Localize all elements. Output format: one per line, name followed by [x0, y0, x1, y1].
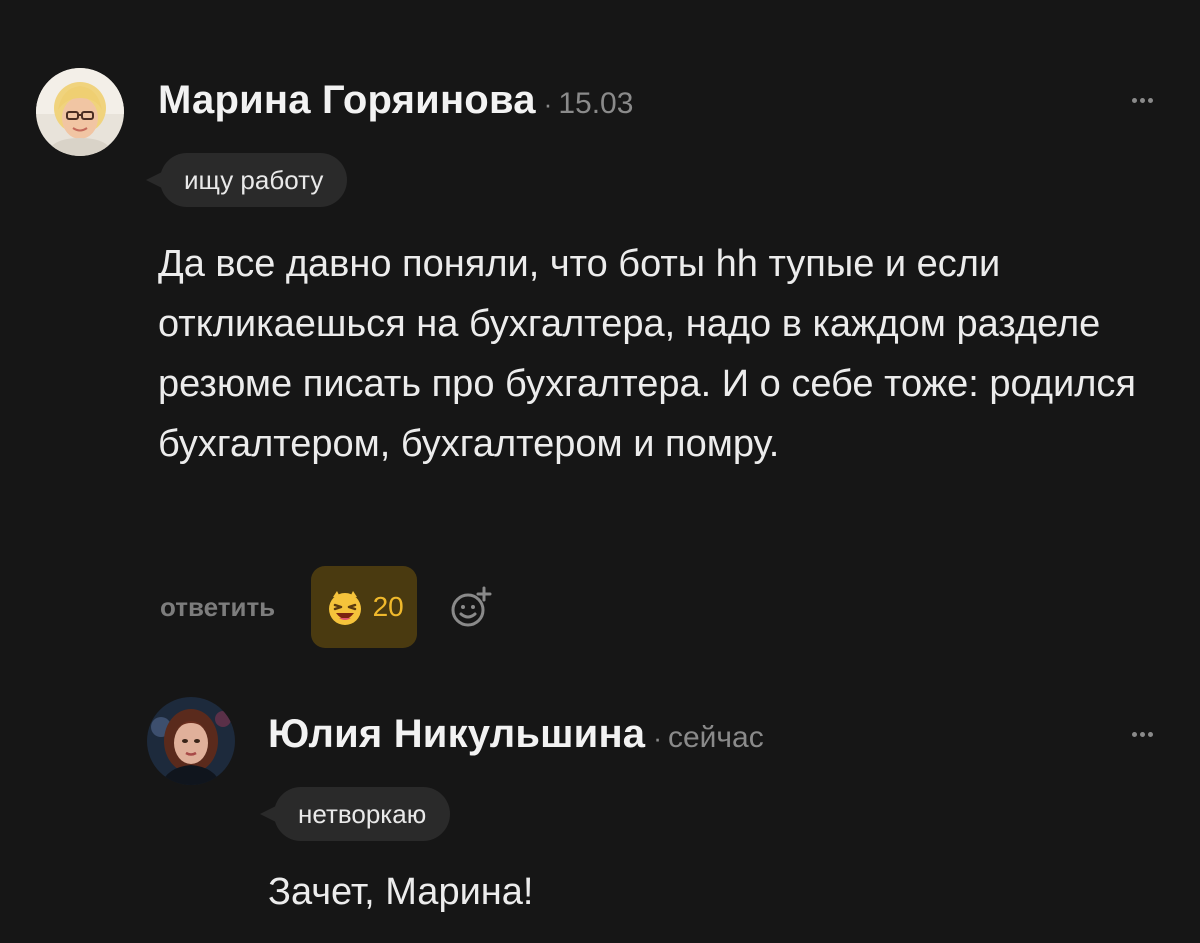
- comment-text: Да все давно поняли, что боты hh тупые и…: [158, 243, 1136, 465]
- comment-header: Марина Горяинова · 15.03: [158, 78, 633, 123]
- meta-separator: ·: [543, 89, 553, 119]
- more-options-button[interactable]: [1124, 724, 1160, 744]
- status-label: ищу работу: [184, 164, 324, 195]
- avatar[interactable]: [36, 68, 124, 156]
- add-emoji-icon[interactable]: [449, 585, 493, 629]
- meta-separator: ·: [653, 723, 662, 753]
- reply-button[interactable]: ответить: [160, 592, 275, 623]
- status-badge: ищу работу: [145, 153, 348, 207]
- laughing-emoji-icon: [328, 591, 361, 625]
- status-label: нетворкаю: [298, 798, 427, 829]
- author-name[interactable]: Юлия Никульшина: [268, 712, 645, 757]
- reaction-count: 20: [372, 591, 404, 622]
- author-name[interactable]: Марина Горяинова: [158, 78, 536, 123]
- comment-text: Зачет, Марина!: [268, 871, 534, 913]
- comment-actions: ответить 20: [160, 566, 493, 648]
- status-badge: нетворкаю: [259, 787, 451, 841]
- comment-timestamp: сейчас: [667, 721, 764, 754]
- more-options-button[interactable]: [1124, 90, 1160, 110]
- more-dots-icon: [1131, 97, 1137, 103]
- comment-header: Юлия Никульшина · сейчас: [268, 712, 764, 757]
- avatar[interactable]: [147, 697, 235, 785]
- reaction-button[interactable]: 20: [311, 566, 418, 648]
- comment-timestamp: 15.03: [558, 87, 634, 120]
- more-dots-icon: [1131, 731, 1137, 737]
